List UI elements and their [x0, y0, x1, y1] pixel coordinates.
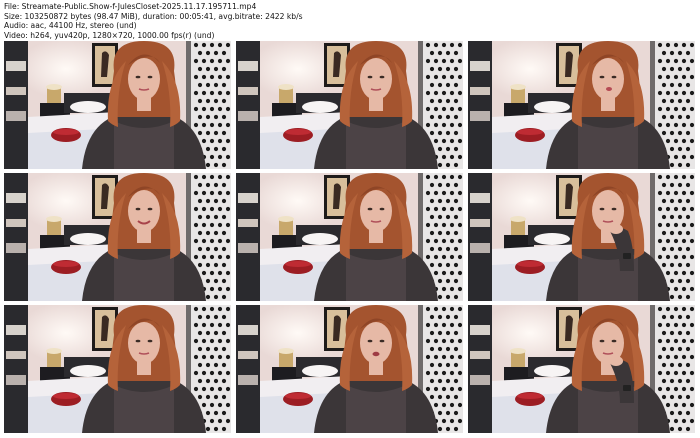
- thumbnail-image: [468, 173, 695, 301]
- file-size-line: Size: 103250872 bytes (98.47 MiB), durat…: [4, 11, 303, 21]
- thumbnail-image: [236, 173, 463, 301]
- video-thumbnail: [468, 305, 695, 433]
- video-thumbnail: [4, 41, 231, 169]
- audio-info-line: Audio: aac, 44100 Hz, stereo (und): [4, 21, 137, 31]
- thumbnail-image: [468, 305, 695, 433]
- thumbnail-image: [468, 41, 695, 169]
- thumbnail-image: [236, 41, 463, 169]
- thumbnail-image: [4, 41, 231, 169]
- video-thumbnail: [236, 41, 463, 169]
- video-thumbnail: [236, 305, 463, 433]
- video-thumbnail: [4, 173, 231, 301]
- video-thumbnail: [4, 305, 231, 433]
- file-name-line: File: Streamate-Public.Show-f-JulesClose…: [4, 2, 257, 11]
- video-thumbnail: [236, 173, 463, 301]
- video-thumbnail: [468, 173, 695, 301]
- thumbnail-grid: [4, 41, 696, 434]
- file-info-header: File: Streamate-Public.Show-f-JulesClose…: [4, 2, 303, 40]
- thumbnail-image: [4, 173, 231, 301]
- thumbnail-image: [4, 305, 231, 433]
- video-info-line: Video: h264, yuv420p, 1280×720, 1000.00 …: [4, 30, 215, 40]
- thumbnail-image: [236, 305, 463, 433]
- video-thumbnail: [468, 41, 695, 169]
